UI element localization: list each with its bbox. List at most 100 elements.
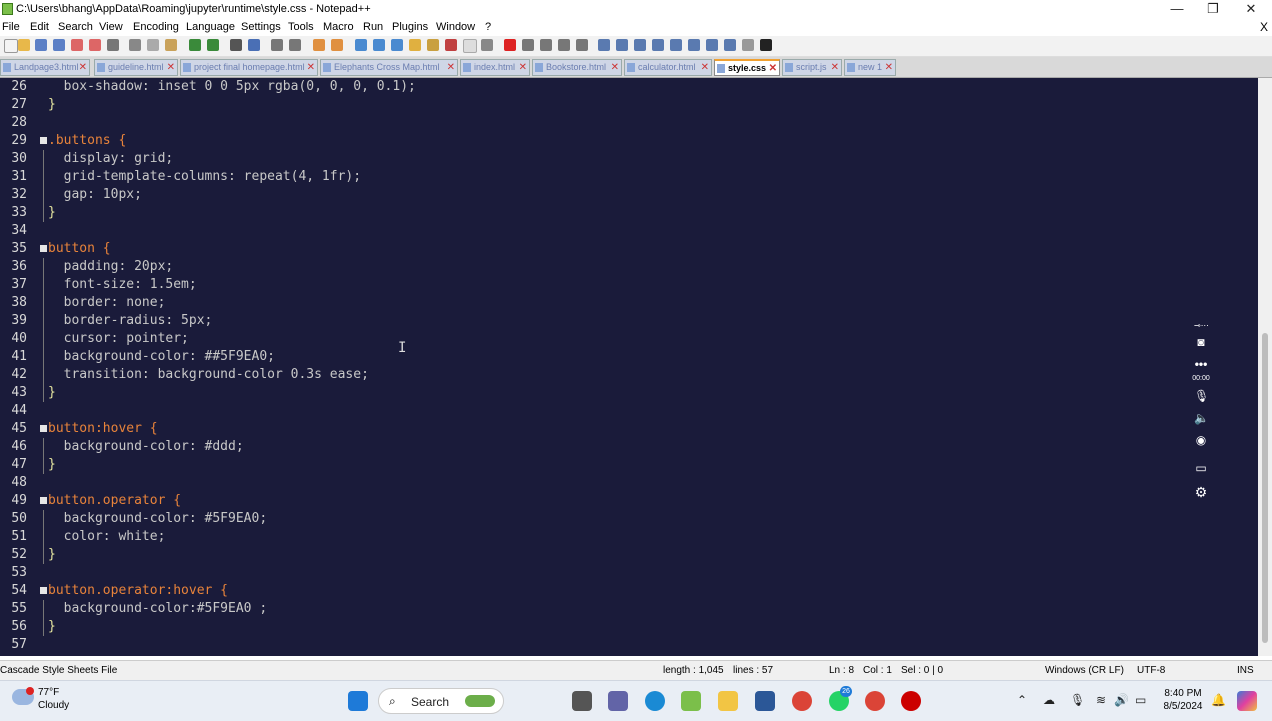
edge-icon[interactable] <box>645 691 665 711</box>
fold-toggle-icon[interactable] <box>40 137 47 144</box>
plugin-icon-5[interactable] <box>706 39 718 51</box>
tab-close-icon[interactable]: ✕ <box>831 60 839 75</box>
speaker-icon[interactable]: 🔈 <box>1194 412 1209 424</box>
weather-widget[interactable]: 77°F Cloudy <box>12 687 82 717</box>
function-list-icon[interactable] <box>445 39 457 51</box>
file-explorer-icon[interactable] <box>718 691 738 711</box>
window-icon[interactable]: ▭ <box>1194 462 1208 474</box>
cut-icon[interactable] <box>129 39 141 51</box>
close-all-icon[interactable] <box>89 39 101 51</box>
code-line[interactable]: 39 border-radius: 5px; <box>0 312 1258 330</box>
plugin-icon-3[interactable] <box>634 39 646 51</box>
menu-file[interactable]: File <box>2 21 20 33</box>
tab-elephants-cross-map[interactable]: Elephants Cross Map.html ✕ <box>320 59 458 76</box>
code-line[interactable]: 38 border: none; <box>0 294 1258 312</box>
code-line[interactable]: 42 transition: background-color 0.3s eas… <box>0 366 1258 384</box>
doc-map-icon[interactable] <box>427 39 439 51</box>
sync-horizontal-icon[interactable] <box>331 39 343 51</box>
arrow-up-icon[interactable] <box>670 39 682 51</box>
zoom-out-icon[interactable] <box>289 39 301 51</box>
code-line[interactable]: 27} <box>0 96 1258 114</box>
fold-toggle-icon[interactable] <box>40 497 47 504</box>
copy-icon[interactable] <box>147 39 159 51</box>
code-line[interactable]: 46 background-color: #ddd; <box>0 438 1258 456</box>
plugin-icon-7[interactable] <box>760 39 772 51</box>
chrome-profile-icon[interactable] <box>865 691 885 711</box>
tab-new-1[interactable]: new 1 ✕ <box>844 59 896 76</box>
stop-macro-icon[interactable] <box>522 39 534 51</box>
word-icon[interactable] <box>755 691 775 711</box>
find-icon[interactable] <box>230 39 242 51</box>
microphone-icon[interactable]: 🎙 <box>1194 390 1209 402</box>
code-line[interactable]: 47} <box>0 456 1258 474</box>
indent-guide-icon[interactable] <box>391 39 403 51</box>
code-line[interactable]: 57 <box>0 636 1258 654</box>
tab-landpage3[interactable]: Landpage3.html ✕ <box>0 59 90 76</box>
print-icon[interactable] <box>107 39 119 51</box>
insert-mode[interactable]: INS <box>1237 665 1254 676</box>
undo-icon[interactable] <box>189 39 201 51</box>
more-icon[interactable]: ••• <box>1194 358 1208 370</box>
notepadpp-taskbar-icon[interactable] <box>681 691 701 711</box>
code-line[interactable]: 50 background-color: #5F9EA0; <box>0 510 1258 528</box>
menu-view[interactable]: View <box>99 21 123 33</box>
save-all-icon[interactable] <box>53 39 65 51</box>
code-line[interactable]: 41 background-color: ##5F9EA0; <box>0 348 1258 366</box>
code-line[interactable]: 55 background-color:#5F9EA0 ; <box>0 600 1258 618</box>
menu-window[interactable]: Window <box>436 21 475 33</box>
encoding[interactable]: UTF-8 <box>1137 665 1165 676</box>
tab-close-icon[interactable]: ✕ <box>611 60 619 75</box>
task-view-icon[interactable] <box>572 691 592 711</box>
save-icon[interactable] <box>35 39 47 51</box>
copilot-icon[interactable] <box>1237 691 1257 711</box>
monitoring-icon[interactable] <box>481 39 493 51</box>
microphone-tray-icon[interactable]: 🎙 <box>1070 693 1085 707</box>
plugin-icon-2[interactable] <box>616 39 628 51</box>
plugin-icon-1[interactable] <box>598 39 610 51</box>
save-macro-icon[interactable] <box>576 39 588 51</box>
settings-gear-icon[interactable]: ⚙ <box>1194 485 1208 499</box>
show-all-chars-icon[interactable] <box>373 39 385 51</box>
zoom-in-icon[interactable] <box>271 39 283 51</box>
scrollbar-thumb[interactable] <box>1262 333 1268 643</box>
user-lang-icon[interactable] <box>409 39 421 51</box>
open-file-icon[interactable] <box>18 39 30 51</box>
close-button[interactable]: ✕ <box>1232 0 1270 19</box>
webcam-icon[interactable]: ◉ <box>1194 434 1208 446</box>
maximize-button[interactable]: ❐ <box>1194 0 1232 19</box>
menu-plugins[interactable]: Plugins <box>392 21 428 33</box>
code-line[interactable]: 43} <box>0 384 1258 402</box>
run-macro-multiple-icon[interactable] <box>558 39 570 51</box>
notifications-icon[interactable]: 🔔 <box>1211 693 1226 707</box>
menu-encoding[interactable]: Encoding <box>133 21 179 33</box>
sync-vertical-icon[interactable] <box>313 39 325 51</box>
volume-icon[interactable]: 🔊 <box>1114 693 1129 707</box>
code-line[interactable]: 26 box-shadow: inset 0 0 5px rgba(0, 0, … <box>0 78 1258 96</box>
code-line[interactable]: 37 font-size: 1.5em; <box>0 276 1258 294</box>
fold-toggle-icon[interactable] <box>40 245 47 252</box>
battery-icon[interactable]: ▭ <box>1135 693 1146 707</box>
code-line[interactable]: 34 <box>0 222 1258 240</box>
paste-icon[interactable] <box>165 39 177 51</box>
tab-close-icon[interactable]: ✕ <box>307 60 315 75</box>
folder-workspace-icon[interactable] <box>463 39 477 53</box>
arrow-down-icon[interactable] <box>688 39 700 51</box>
tab-bookstore[interactable]: Bookstore.html ✕ <box>532 59 622 76</box>
redo-icon[interactable] <box>207 39 219 51</box>
code-line[interactable]: 31 grid-template-columns: repeat(4, 1fr)… <box>0 168 1258 186</box>
minimize-button[interactable]: — <box>1158 0 1196 19</box>
new-file-icon[interactable] <box>4 39 18 53</box>
menu-macro[interactable]: Macro <box>323 21 354 33</box>
tab-close-icon[interactable]: ✕ <box>885 60 893 75</box>
tab-index[interactable]: index.html ✕ <box>460 59 530 76</box>
onedrive-icon[interactable]: ☁ <box>1043 693 1055 707</box>
pin-icon[interactable]: ⊸⋯ <box>1194 320 1209 332</box>
code-editor[interactable]: I 26 box-shadow: inset 0 0 5px rgba(0, 0… <box>0 78 1258 656</box>
teams-icon[interactable] <box>608 691 628 711</box>
menu-edit[interactable]: Edit <box>30 21 49 33</box>
tab-script-js[interactable]: script.js ✕ <box>782 59 842 76</box>
fold-toggle-icon[interactable] <box>40 425 47 432</box>
code-line[interactable]: 35 button { <box>0 240 1258 258</box>
windows-start-icon[interactable] <box>348 691 368 711</box>
menu-run[interactable]: Run <box>363 21 383 33</box>
